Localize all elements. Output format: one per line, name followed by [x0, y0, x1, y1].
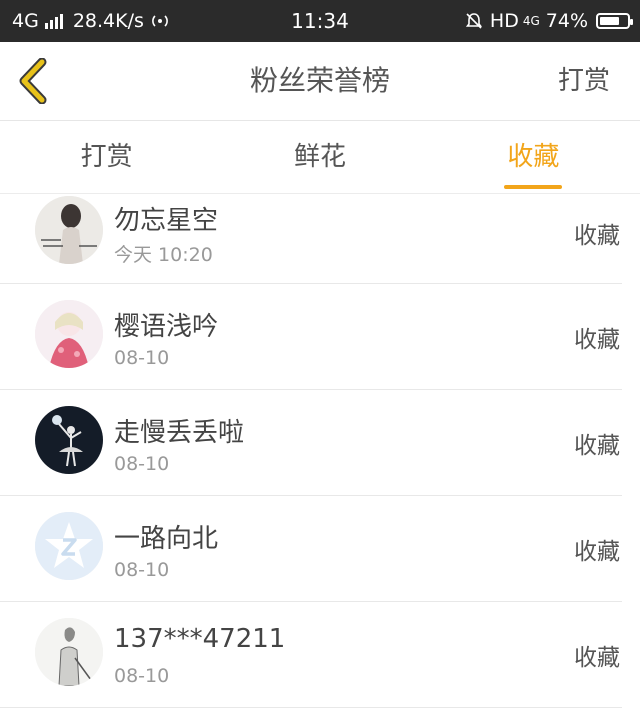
item-date: 08-10 — [114, 665, 170, 687]
avatar[interactable] — [35, 618, 103, 686]
list-item[interactable]: 樱语浅吟 08-10 收藏 — [0, 284, 622, 390]
item-action: 收藏 — [574, 327, 620, 353]
tab-flowers[interactable]: 鲜花 — [213, 121, 426, 193]
list-item[interactable]: 一路向北 08-10 收藏 — [0, 496, 622, 602]
tab-bar: 打赏 鲜花 收藏 — [0, 121, 640, 194]
item-date: 08-10 — [114, 453, 170, 475]
list-item[interactable]: 走慢丢丢啦 08-10 收藏 — [0, 390, 622, 496]
user-name: 一路向北 — [114, 524, 219, 554]
clock: 11:34 — [291, 9, 349, 33]
item-action: 收藏 — [574, 433, 620, 459]
avatar[interactable] — [35, 300, 103, 368]
sketch-figure-avatar-icon — [35, 618, 103, 686]
item-date: 08-10 — [114, 347, 170, 369]
fan-list: 勿忘星空 今天 10:20 收藏 樱语浅吟 08-10 收藏 走慢丢丢啦 08-… — [0, 194, 640, 708]
item-date: 08-10 — [114, 559, 170, 581]
user-name: 137***47211 — [114, 624, 286, 654]
list-item[interactable]: 137***47211 08-10 收藏 — [0, 602, 622, 708]
avatar[interactable] — [35, 406, 103, 474]
user-name: 樱语浅吟 — [114, 312, 219, 342]
user-name: 走慢丢丢啦 — [114, 418, 245, 448]
item-date: 今天 10:20 — [114, 244, 213, 266]
dancer-avatar-icon — [35, 406, 103, 474]
nav-header: 粉丝荣誉榜 打赏 — [0, 42, 640, 121]
avatar[interactable] — [35, 196, 103, 264]
girl-photo-avatar-icon — [35, 196, 103, 264]
default-star-avatar-icon — [35, 512, 103, 580]
anime-girl-avatar-icon — [35, 300, 103, 368]
list-item[interactable]: 勿忘星空 今天 10:20 收藏 — [0, 194, 622, 284]
tab-favorites[interactable]: 收藏 — [427, 121, 640, 193]
battery-icon — [596, 13, 633, 29]
reward-button[interactable]: 打赏 — [558, 42, 610, 120]
item-action: 收藏 — [574, 539, 620, 565]
avatar[interactable] — [35, 512, 103, 580]
tab-reward[interactable]: 打赏 — [0, 121, 213, 193]
page-title: 粉丝荣誉榜 — [249, 64, 390, 97]
item-action: 收藏 — [574, 645, 620, 671]
user-name: 勿忘星空 — [114, 206, 219, 236]
item-action: 收藏 — [574, 223, 620, 249]
status-bar: 4G 28.4K/s 11:34 HD 4G 74% — [0, 0, 640, 42]
